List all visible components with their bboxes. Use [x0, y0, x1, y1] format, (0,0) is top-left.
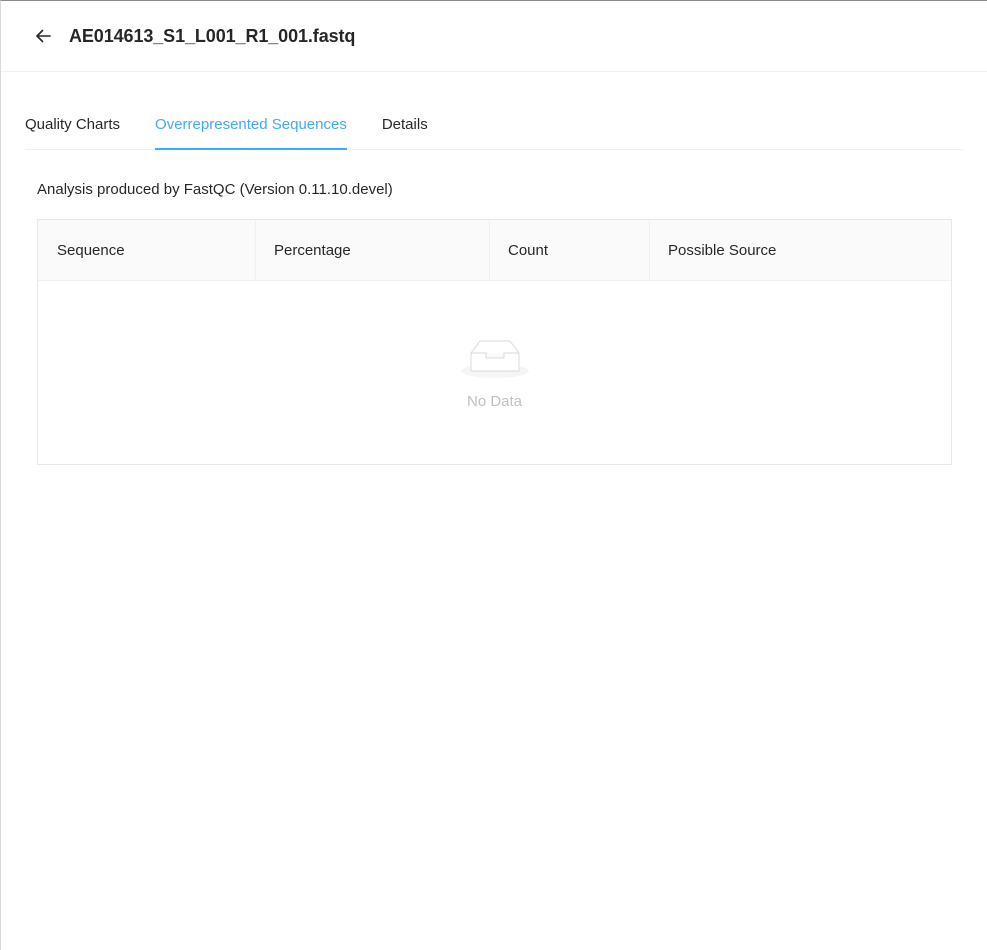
- tab-overrepresented-sequences[interactable]: Overrepresented Sequences: [155, 105, 347, 150]
- arrow-left-icon: [36, 29, 51, 43]
- column-header-count[interactable]: Count: [490, 220, 650, 280]
- analysis-info-text: Analysis produced by FastQC (Version 0.1…: [37, 181, 393, 198]
- empty-inbox-icon: [460, 340, 529, 378]
- table-header: Sequence Percentage Count Possible Sourc…: [38, 220, 951, 281]
- column-header-sequence[interactable]: Sequence: [38, 220, 256, 280]
- page-title: AE014613_S1_L001_R1_001.fastq: [69, 25, 356, 46]
- back-button[interactable]: [33, 26, 53, 46]
- app-frame: AE014613_S1_L001_R1_001.fastq Quality Ch…: [0, 0, 987, 950]
- overrepresented-sequences-table: Sequence Percentage Count Possible Sourc…: [37, 219, 952, 465]
- tab-quality-charts[interactable]: Quality Charts: [25, 105, 120, 149]
- empty-state: No Data: [38, 281, 951, 464]
- column-header-possible-source[interactable]: Possible Source: [650, 220, 951, 280]
- empty-state-text: No Data: [466, 393, 523, 410]
- tab-details[interactable]: Details: [382, 105, 428, 149]
- page-header: AE014613_S1_L001_R1_001.fastq: [1, 1, 987, 72]
- tab-bar: Quality Charts Overrepresented Sequences…: [25, 105, 964, 150]
- column-header-percentage[interactable]: Percentage: [256, 220, 490, 280]
